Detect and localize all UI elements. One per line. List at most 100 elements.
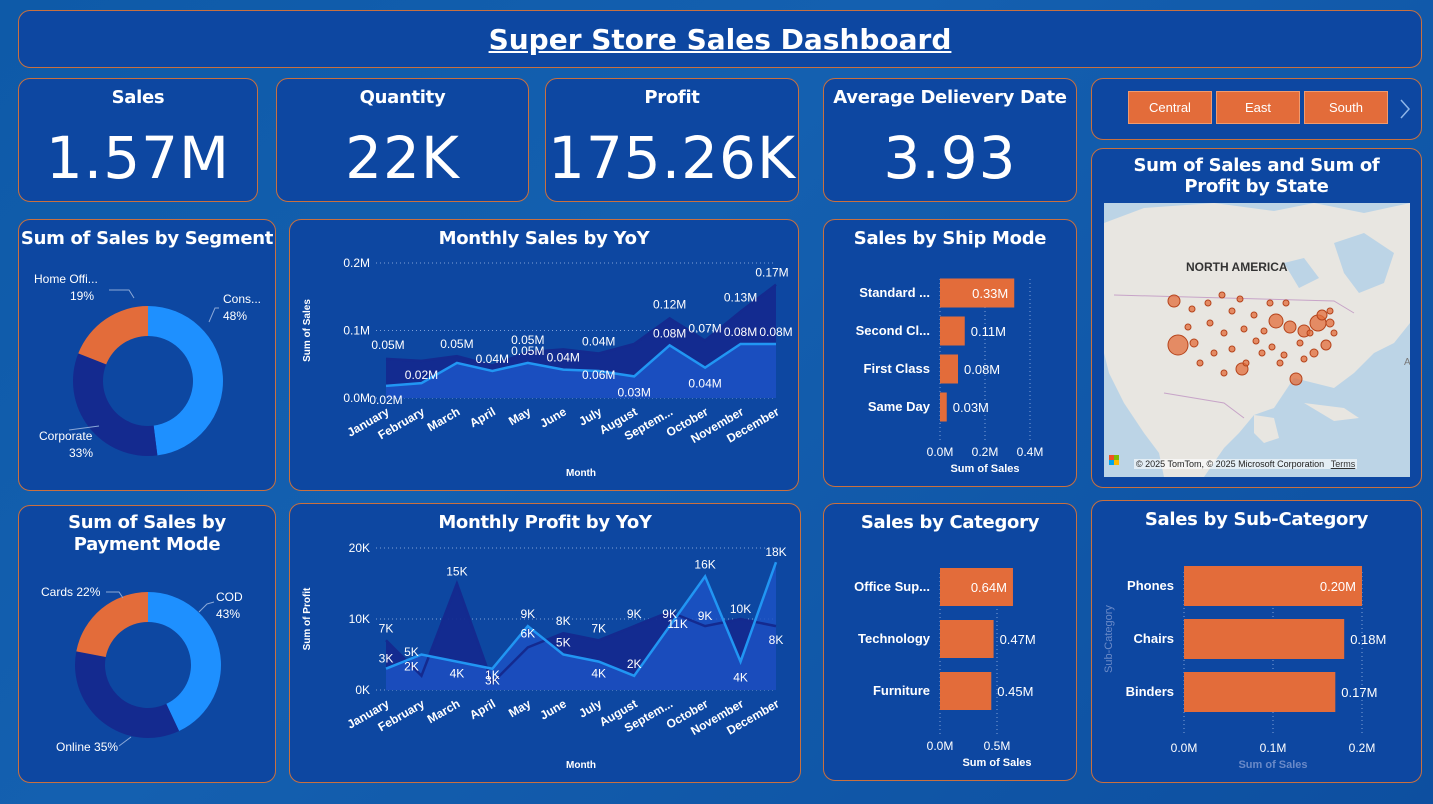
state-bubble	[1325, 318, 1335, 328]
x-tick-label: 0.0M	[927, 739, 954, 753]
map-visual[interactable]: NORTH AMERICA A © 2025 TomTom, © 2025 Mi…	[1104, 203, 1410, 477]
state-bubble	[1228, 307, 1236, 315]
state-bubble	[1167, 294, 1181, 308]
state-bubble	[1266, 299, 1274, 307]
data-label: 0.02M	[369, 393, 402, 407]
data-label: 0.08M	[653, 326, 686, 340]
category-label: Standard ...	[859, 285, 930, 300]
x-tick-label: June	[538, 404, 570, 430]
data-label: 4K	[450, 667, 465, 681]
slice-label: Online 35%	[56, 740, 118, 754]
slice-label: Corporate	[39, 429, 93, 443]
x-tick-label: 0.1M	[1260, 741, 1287, 755]
data-label: 16K	[694, 557, 715, 571]
data-label: 0.33M	[972, 286, 1008, 301]
monthly-sales-card: Monthly Sales by YoY 0.0M 0.1M 0.2M 0.05M 0.…	[289, 219, 799, 491]
subcategory-bar-chart[interactable]: 0.0M 0.1M 0.2M Phones 0.20M Chairs 0.18M Binder…	[1092, 501, 1423, 784]
state-bubble	[1250, 311, 1258, 319]
category-label: Binders	[1126, 684, 1174, 699]
data-label: 0.03M	[618, 385, 651, 399]
slicer-item-central[interactable]: Central	[1128, 91, 1212, 124]
leader-line	[198, 601, 215, 613]
data-label: 0.07M	[688, 322, 721, 336]
payment-donut-chart[interactable]: COD 43% Online 35% Cards 22%	[19, 552, 277, 782]
slice-label: COD	[216, 590, 243, 604]
kpi-delivery-label: Average Delievery Date	[833, 87, 1067, 108]
state-bubble	[1283, 320, 1297, 334]
category-label: Chairs	[1134, 631, 1174, 646]
data-label: 8K	[769, 633, 784, 647]
state-bubble	[1289, 372, 1303, 386]
data-label: 10K	[730, 602, 751, 616]
data-label: 0.05M	[440, 337, 473, 351]
slicer-item-south[interactable]: South	[1304, 91, 1388, 124]
data-label: 0.08M	[964, 362, 1000, 377]
data-label: 8K	[556, 614, 571, 628]
segment-donut-chart[interactable]: Cons... 48% Corporate 33% Home Offi... 19%	[19, 250, 277, 490]
state-bubble	[1242, 359, 1250, 367]
data-label: 0.17M	[755, 266, 788, 280]
microsoft-logo-icon	[1109, 455, 1119, 465]
kpi-quantity-value: 22K	[345, 124, 460, 192]
data-label: 0.13M	[724, 291, 757, 305]
data-label: 6K	[520, 626, 535, 640]
data-label: 0.02M	[405, 368, 438, 382]
data-label: 9K	[698, 609, 713, 623]
x-tick-label: April	[467, 696, 498, 722]
x-axis-title: Sum of Sales	[962, 757, 1031, 769]
x-axis-title: Sum of Sales	[950, 463, 1019, 475]
data-label: 5K	[404, 645, 419, 659]
data-label: 0.45M	[997, 684, 1033, 699]
slicer-item-east[interactable]: East	[1216, 91, 1300, 124]
category-label: First Class	[864, 361, 930, 376]
terms-link[interactable]: Terms	[1331, 459, 1356, 469]
x-tick-label: May	[506, 404, 533, 428]
slice-percent: 19%	[70, 289, 94, 303]
category-label: Phones	[1127, 578, 1174, 593]
bar	[1184, 672, 1336, 712]
kpi-profit-value: 175.26K	[548, 124, 796, 192]
category-card: Sales by Category 0.0M 0.5M Office Sup... 0…	[823, 503, 1077, 781]
state-bubble	[1220, 329, 1228, 337]
slice-percent: 48%	[223, 309, 247, 323]
x-axis-title: Month	[566, 468, 596, 479]
payment-title: Sum of Sales by Payment Mode	[68, 512, 226, 555]
kpi-profit-card: Profit 175.26K	[545, 78, 799, 202]
monthly-sales-chart[interactable]: 0.0M0.1M0.2M0.05M0.02M0.05M 0.05M 0.04M0.1…	[290, 220, 800, 492]
x-tick-label: May	[506, 696, 533, 720]
monthly-profit-card: Monthly Profit by YoY 0K 10K 20K 7K 5K 15K 1K 6…	[289, 503, 801, 783]
segment-card: Sum of Sales by Segment Cons... 48% Corpor…	[18, 219, 276, 491]
data-label: 0.47M	[1000, 632, 1036, 647]
state-bubble	[1196, 359, 1204, 367]
bar	[1184, 619, 1345, 659]
monthly-profit-chart[interactable]: 0K10K20K7K5K15K1K6K8K7K9K11K9K10K8K3K2K4…	[290, 504, 802, 784]
data-label: 9K	[627, 607, 642, 621]
data-label: 5K	[556, 636, 571, 650]
data-label: 0.20M	[1320, 579, 1356, 594]
data-label: 2K	[627, 657, 642, 671]
x-axis-title: Sum of Sales	[1238, 759, 1307, 771]
data-label: 7K	[379, 621, 394, 635]
ship-mode-bar-chart[interactable]: 0.0M 0.2M 0.4M Standard ... 0.33M Second Cl..…	[824, 220, 1078, 488]
x-tick-label: 0.0M	[927, 445, 954, 459]
donut-slice	[148, 306, 224, 456]
category-label: Furniture	[873, 683, 930, 698]
state-bubble	[1252, 337, 1260, 345]
chevron-right-icon[interactable]	[1398, 97, 1412, 121]
kpi-sales-value: 1.57M	[45, 124, 231, 192]
map-bubble-layer	[1167, 291, 1338, 386]
state-bubble	[1206, 319, 1214, 327]
x-tick-label: March	[425, 696, 463, 726]
leader-line	[208, 307, 219, 323]
data-label: 0.04M	[547, 351, 580, 365]
category-bar-chart[interactable]: 0.0M 0.5M Office Sup... 0.64M Technology 0.47…	[824, 504, 1078, 782]
kpi-sales-label: Sales	[111, 87, 165, 108]
y-tick-label: 0.1M	[343, 324, 370, 338]
x-axis-title: Month	[566, 760, 596, 771]
data-label: 0.04M	[582, 334, 615, 348]
header-banner: Super Store Sales Dashboard	[18, 10, 1422, 68]
data-label: 0.64M	[971, 580, 1007, 595]
region-slicer: Central East South	[1091, 78, 1422, 140]
donut-slice	[78, 306, 148, 365]
data-label: 0.06M	[582, 368, 615, 382]
